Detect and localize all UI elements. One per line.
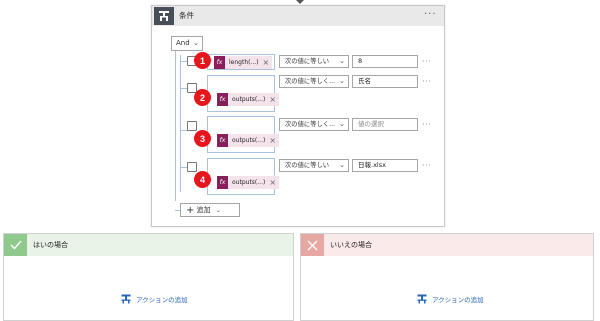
remove-token-icon[interactable]: × (269, 95, 279, 104)
step-badge: 1 (194, 52, 211, 69)
value-input[interactable]: 日報.xlsx (352, 159, 418, 172)
add-condition-button[interactable]: + 追加 ⌄ (180, 203, 240, 217)
yes-branch-title: はいの場合 (33, 241, 68, 249)
step-badge: 3 (194, 130, 211, 147)
step-badge: 2 (194, 89, 211, 106)
condition-operand-left[interactable]: fx outputs(...) × (207, 75, 280, 112)
check-icon (4, 234, 27, 256)
remove-token-icon[interactable]: × (269, 136, 279, 145)
value-input[interactable]: 値の選択 (352, 118, 418, 131)
expression-token[interactable]: fx length(...) × (214, 56, 273, 69)
fx-icon: fx (217, 176, 228, 189)
operator-value: 次の値に等しい (285, 58, 330, 65)
token-text: length(...) (229, 59, 259, 66)
condition-menu-button[interactable]: ··· (424, 6, 437, 26)
connector-arrow-icon (296, 0, 304, 4)
fx-icon: fx (217, 93, 228, 106)
tree-line (180, 55, 181, 192)
row-menu-button[interactable]: ··· (422, 161, 431, 170)
add-action-icon (121, 294, 131, 304)
value-input[interactable]: 氏名 (352, 75, 418, 88)
add-action-icon (417, 294, 427, 304)
add-action-label: アクションの追加 (136, 296, 188, 304)
chevron-down-icon: ⌄ (193, 39, 199, 47)
tree-line (175, 51, 176, 201)
yes-branch-header[interactable]: はいの場合 (4, 234, 293, 256)
no-branch-panel: いいえの場合 アクションの追加 (300, 233, 594, 321)
add-action-button[interactable]: アクションの追加 (121, 292, 188, 306)
yes-branch-panel: はいの場合 アクションの追加 (3, 233, 294, 321)
step-badge: 4 (194, 171, 211, 188)
chevron-down-icon: ⌄ (339, 57, 345, 65)
condition-icon (154, 7, 174, 25)
chevron-down-icon: ⌄ (339, 161, 345, 169)
close-icon (301, 234, 324, 256)
group-operator-value: And (176, 39, 190, 47)
condition-operand-left[interactable]: fx outputs(...) × (207, 158, 280, 195)
condition-operand-left[interactable]: fx length(...) × (207, 54, 275, 70)
expression-token[interactable]: fx outputs(...) × (217, 176, 280, 189)
remove-token-icon[interactable]: × (269, 178, 279, 187)
row-checkbox[interactable] (187, 121, 197, 131)
add-action-label: アクションの追加 (432, 296, 484, 304)
operator-value: 次の値に等しく... (285, 121, 336, 128)
condition-card-header[interactable]: 条件 ··· (152, 6, 444, 26)
plus-icon: + (186, 205, 195, 216)
no-branch-header[interactable]: いいえの場合 (301, 234, 593, 256)
token-text: outputs(...) (232, 179, 266, 186)
remove-token-icon[interactable]: × (263, 58, 273, 67)
operator-value: 次の値に等しい (285, 162, 330, 169)
fx-icon: fx (217, 134, 228, 147)
operator-value: 次の値に等しく... (285, 78, 336, 85)
row-checkbox[interactable] (187, 162, 197, 172)
row-menu-button[interactable]: ··· (422, 77, 431, 86)
value-input[interactable]: 8 (352, 55, 418, 68)
token-text: outputs(...) (232, 96, 266, 103)
operator-select[interactable]: 次の値に等しい ⌄ (279, 159, 349, 172)
chevron-down-icon: ⌄ (339, 77, 345, 85)
operator-select[interactable]: 次の値に等しく... ⌄ (279, 118, 349, 131)
row-menu-button[interactable]: ··· (422, 120, 431, 129)
no-branch-title: いいえの場合 (330, 241, 372, 249)
add-button-label: 追加 (196, 206, 211, 214)
condition-card: 条件 ··· And ⌄ fx length(...) × 1 次の値に等しい … (151, 5, 445, 227)
row-menu-button[interactable]: ··· (422, 57, 431, 66)
operator-select[interactable]: 次の値に等しく... ⌄ (279, 75, 349, 88)
expression-token[interactable]: fx outputs(...) × (217, 134, 280, 147)
condition-title: 条件 (179, 11, 194, 20)
chevron-down-icon: ⌄ (339, 120, 345, 128)
condition-operand-left[interactable]: fx outputs(...) × (207, 116, 280, 153)
chevron-down-icon: ⌄ (215, 207, 221, 214)
group-operator-select[interactable]: And ⌄ (171, 36, 203, 51)
fx-icon: fx (214, 56, 225, 69)
add-action-button[interactable]: アクションの追加 (417, 292, 484, 306)
expression-token[interactable]: fx outputs(...) × (217, 93, 280, 106)
token-text: outputs(...) (232, 137, 266, 144)
operator-select[interactable]: 次の値に等しい ⌄ (279, 55, 349, 68)
